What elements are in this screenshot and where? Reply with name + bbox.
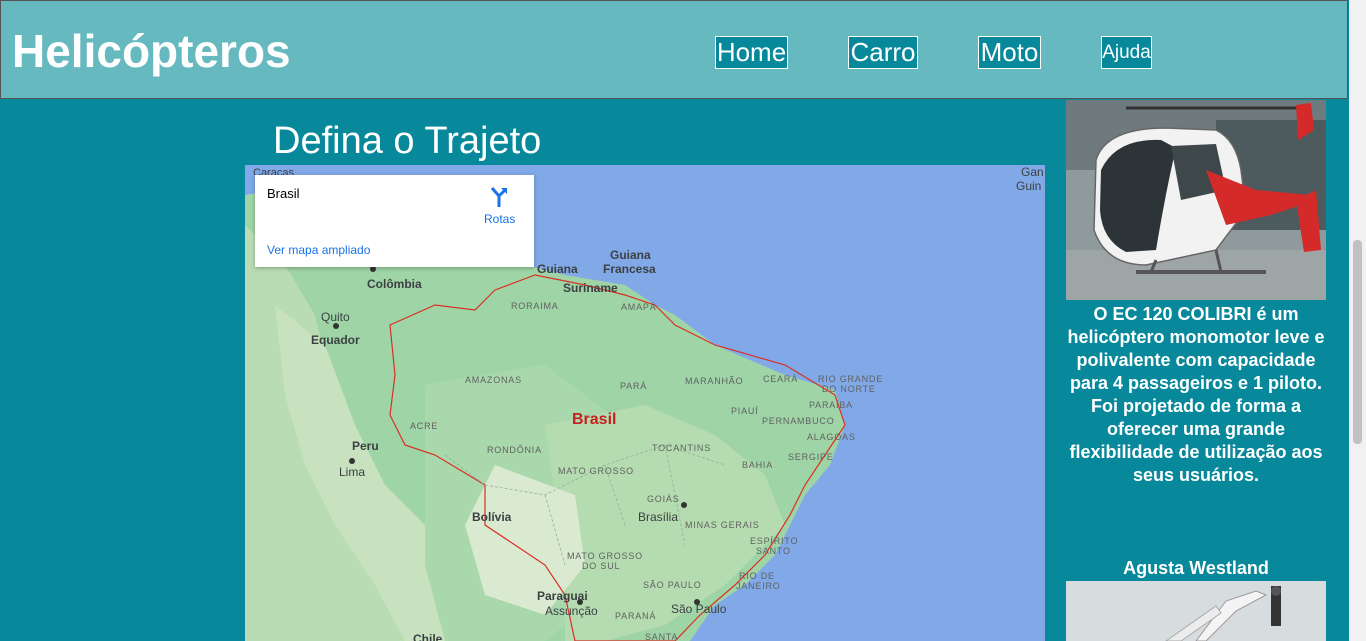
map-label-maranhao: MARANHÃO xyxy=(685,376,744,386)
nav-carro[interactable]: Carro xyxy=(848,36,918,69)
map-label-espirito-santo-1: ESPÍRITO xyxy=(750,536,799,546)
map-label-espirito-santo-2: SANTO xyxy=(756,546,791,556)
map-label-amapa: AMAPÁ xyxy=(621,302,657,312)
map-label-bahia: BAHIA xyxy=(742,460,774,470)
scrollbar-thumb[interactable] xyxy=(1353,240,1362,444)
map-label-chile: Chile xyxy=(413,632,443,641)
map-label-piaui: PIAUÍ xyxy=(731,406,759,416)
map-label-rio-de-janeiro-2: JANEIRO xyxy=(736,581,781,591)
map-label-guiana-francesa-1: Guiana xyxy=(610,248,651,262)
map-label-para: PARÁ xyxy=(620,381,648,391)
map-label-corner-1: Gan xyxy=(1021,165,1044,179)
map-label-roraima: RORAIMA xyxy=(511,301,559,311)
map-label-mato-grosso: MATO GROSSO xyxy=(558,466,634,476)
map-label-lima: Lima xyxy=(339,465,366,479)
helicopter-image-ec120 xyxy=(1066,100,1326,300)
map-label-sao-paulo-state: SÃO PAULO xyxy=(643,580,702,590)
map-label-suriname: Suriname xyxy=(563,281,618,295)
map-label-brasilia: Brasília xyxy=(638,510,679,524)
embedded-map[interactable]: Caracas Gan Guin Guiana Guiana Francesa … xyxy=(245,165,1045,641)
map-label-goias: GOIÁS xyxy=(647,494,680,504)
map-label-acre: ACRE xyxy=(410,421,439,431)
site-brand[interactable]: Helicópteros xyxy=(12,25,291,77)
map-label-santa-catarina: SANTA xyxy=(645,632,679,641)
map-label-quito: Quito xyxy=(321,310,350,324)
map-label-bolivia: Bolívia xyxy=(472,510,512,524)
page-scrollbar[interactable] xyxy=(1349,0,1366,641)
map-place-name: Brasil xyxy=(267,186,300,201)
map-info-card: Brasil Rotas Ver mapa ampliado xyxy=(255,175,534,267)
map-label-parana: PARANÁ xyxy=(615,611,657,621)
map-label-rondonia: RONDÔNIA xyxy=(487,445,542,455)
map-label-ms-2: DO SUL xyxy=(582,561,621,571)
helicopter-image-agusta xyxy=(1066,581,1326,641)
map-label-paraguai: Paraguai xyxy=(537,589,588,603)
map-label-tocantins: TOCANTINS xyxy=(652,443,712,453)
page-title: Defina o Trajeto xyxy=(273,120,542,162)
map-label-amazonas: AMAZONAS xyxy=(465,375,522,385)
map-label-rio-de-janeiro-1: RIO DE xyxy=(739,571,775,581)
map-label-rio-grande-2: DO NORTE xyxy=(822,384,876,394)
larger-map-link[interactable]: Ver mapa ampliado xyxy=(267,243,370,257)
map-label-guiana-francesa-2: Francesa xyxy=(603,262,656,276)
helicopter-description: O EC 120 COLIBRI é um helicóptero monomo… xyxy=(1067,304,1325,485)
map-label-peru: Peru xyxy=(352,439,379,453)
site-header: Helicópteros Home Carro Moto Ajuda xyxy=(0,0,1348,99)
map-label-pernambuco: PERNAMBUCO xyxy=(762,416,835,426)
map-label-guiana: Guiana xyxy=(537,262,578,276)
nav-ajuda[interactable]: Ajuda xyxy=(1101,36,1152,69)
map-label-rio-grande-1: RIO GRANDE xyxy=(818,374,884,384)
map-label-ms-1: MATO GROSSO xyxy=(567,551,643,561)
map-label-colombia: Colômbia xyxy=(367,277,422,291)
nav-moto[interactable]: Moto xyxy=(978,36,1041,69)
map-label-assuncao: Assunção xyxy=(545,604,598,618)
map-label-alagoas: ALAGOAS xyxy=(807,432,856,442)
helicopter-title-agusta: Agusta Westland xyxy=(1123,558,1269,578)
directions-link[interactable]: Rotas xyxy=(484,212,515,226)
nav-home[interactable]: Home xyxy=(715,36,788,69)
map-label-minas-gerais: MINAS GERAIS xyxy=(685,520,760,530)
map-label-equador: Equador xyxy=(311,333,360,347)
map-label-ceara: CEARÁ xyxy=(763,374,799,384)
map-label-brasil: Brasil xyxy=(572,411,617,428)
map-label-paraiba: PARAÍBA xyxy=(809,400,853,410)
map-label-corner-2: Guin xyxy=(1016,179,1042,193)
map-label-sergipe: SERGIPE xyxy=(788,452,834,462)
map-label-sao-paulo: São Paulo xyxy=(671,602,727,616)
